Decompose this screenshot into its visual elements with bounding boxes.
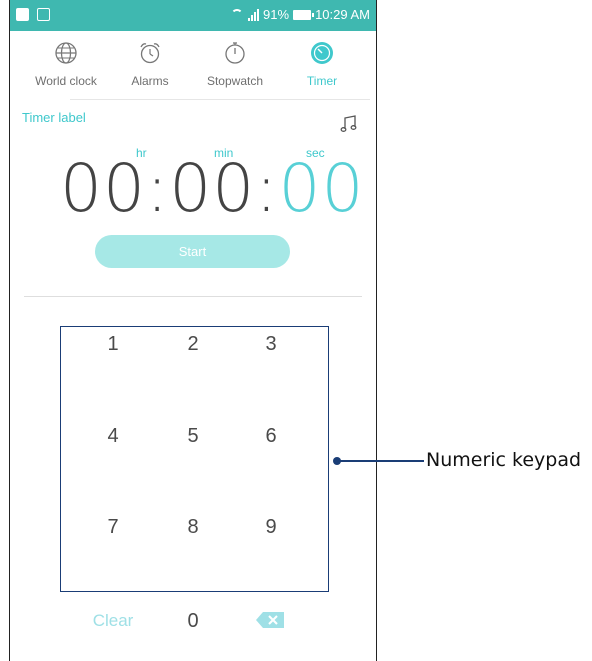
timer-separator: : [255, 150, 279, 227]
key-8[interactable]: 8 [163, 516, 223, 539]
key-5[interactable]: 5 [163, 425, 223, 448]
tab-label: Alarms [131, 74, 169, 88]
notification-icon [37, 8, 50, 21]
globe-icon [53, 40, 79, 66]
timer-icon [309, 40, 335, 66]
callout-line [340, 460, 424, 462]
tab-label: Stopwatch [206, 74, 264, 88]
phone-screen: 91% 10:29 AM World clock Alarms Stopwatc… [9, 0, 377, 661]
signal-icon [248, 8, 260, 21]
battery-icon [293, 9, 315, 20]
wifi-icon [230, 8, 244, 21]
alarm-clock-icon [137, 40, 163, 66]
backspace-icon[interactable] [256, 612, 284, 628]
key-9[interactable]: 9 [241, 516, 301, 539]
timer-minutes[interactable]: 00 [169, 150, 255, 227]
timer-label-field[interactable]: Timer label [22, 110, 86, 125]
stopwatch-icon [222, 40, 248, 66]
timer-seconds[interactable]: 00 [278, 150, 364, 227]
key-3[interactable]: 3 [241, 333, 301, 356]
status-time: 10:29 AM [315, 7, 370, 22]
status-bar: 91% 10:29 AM [10, 0, 376, 31]
music-note-icon[interactable] [340, 114, 357, 132]
divider [24, 296, 362, 297]
key-7[interactable]: 7 [83, 516, 143, 539]
tab-bar: World clock Alarms Stopwatch Timer [10, 40, 376, 100]
tab-timer[interactable]: Timer [282, 40, 362, 88]
key-4[interactable]: 4 [83, 425, 143, 448]
battery-percent: 91% [263, 7, 290, 22]
tab-world-clock[interactable]: World clock [26, 40, 106, 88]
key-6[interactable]: 6 [241, 425, 301, 448]
tab-label: World clock [35, 74, 97, 88]
clear-button[interactable]: Clear [83, 611, 143, 631]
key-1[interactable]: 1 [83, 333, 143, 356]
key-0[interactable]: 0 [163, 610, 223, 633]
timer-hours[interactable]: 00 [60, 150, 146, 227]
gallery-notification-icon [16, 8, 29, 21]
tab-alarms[interactable]: Alarms [110, 40, 190, 88]
timer-display: 00:00:00 [60, 150, 364, 227]
tab-divider [70, 99, 370, 100]
key-2[interactable]: 2 [163, 333, 223, 356]
tab-label: Timer [306, 74, 338, 88]
callout-label: Numeric keypad [426, 449, 582, 471]
start-button[interactable]: Start [95, 235, 290, 268]
timer-separator: : [145, 150, 170, 227]
tab-stopwatch[interactable]: Stopwatch [195, 40, 275, 88]
keypad-highlight-frame [60, 326, 329, 592]
